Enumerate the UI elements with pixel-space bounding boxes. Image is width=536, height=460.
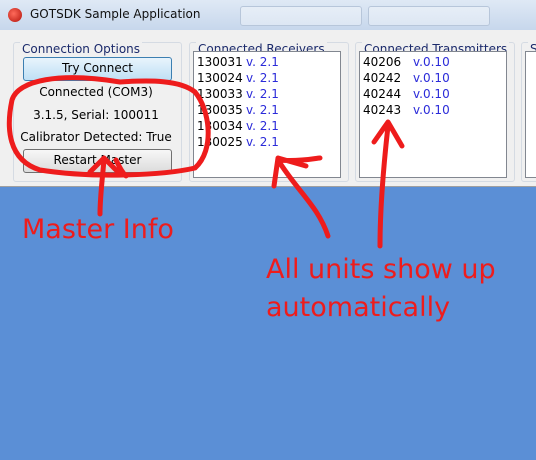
master-info-arrow [87, 155, 129, 217]
receivers-arrow [271, 155, 331, 239]
units-annotation-line2: automatically [266, 292, 451, 323]
master-info-annotation: Master Info [22, 214, 174, 245]
units-annotation-line1: All units show up [266, 254, 496, 285]
transmitters-arrow [371, 119, 405, 249]
